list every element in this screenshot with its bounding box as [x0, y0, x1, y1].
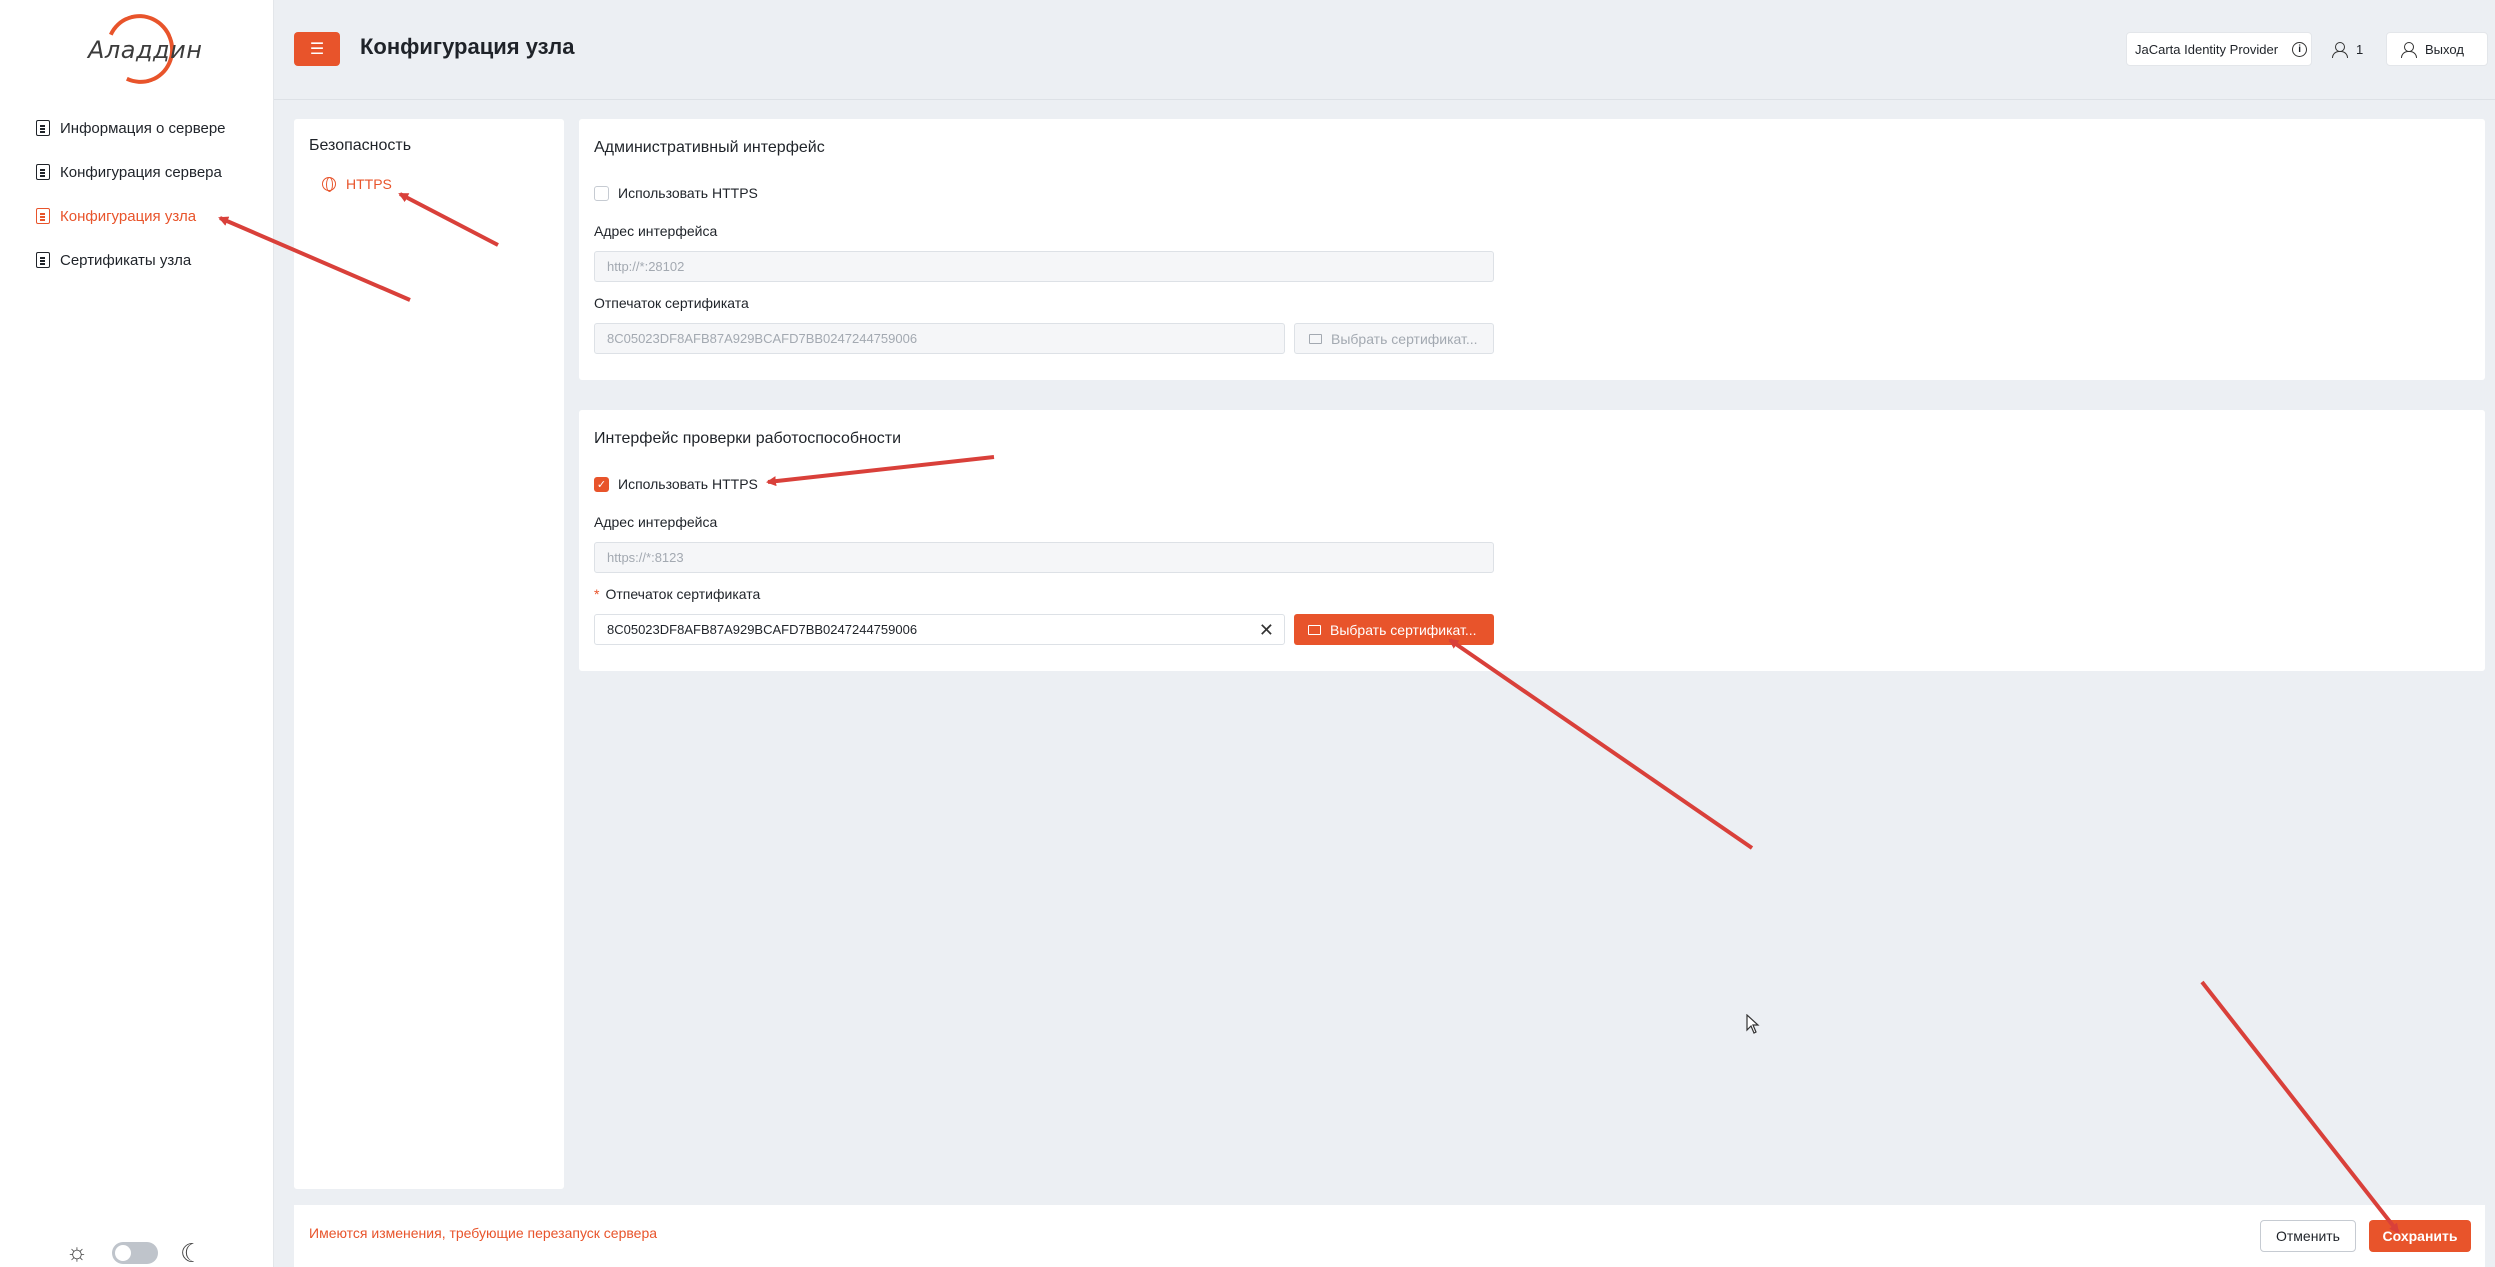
- folder-icon: [1309, 333, 1322, 344]
- theme-switcher: ☼ ☾: [66, 1240, 203, 1266]
- restart-warning: Имеются изменения, требующие перезапуск …: [309, 1225, 658, 1241]
- server-config-icon: [36, 164, 50, 180]
- logout-button[interactable]: Выход: [2386, 32, 2488, 66]
- sidebar-item-server-info[interactable]: Информация о сервере: [0, 106, 274, 150]
- top-header: ☰ Конфигурация узла JaCarta Identity Pro…: [274, 0, 2495, 100]
- sidebar-item-node-certificates[interactable]: Сертификаты узла: [0, 238, 274, 282]
- required-mark: *: [594, 586, 600, 602]
- admin-use-https[interactable]: Использовать HTTPS: [594, 185, 758, 201]
- health-use-https-checkbox[interactable]: ✓: [594, 476, 609, 492]
- menu-icon: ☰: [309, 41, 325, 58]
- arrow-to-save-button: [2200, 980, 2400, 1234]
- provider-chip: JaCarta Identity Provider i: [2126, 32, 2312, 66]
- security-item-label: HTTPS: [346, 176, 392, 192]
- health-select-certificate-button[interactable]: Выбрать сертификат...: [1294, 614, 1494, 645]
- user-icon: [2332, 42, 2348, 58]
- logout-label: Выход: [2425, 41, 2464, 57]
- checkbox-label: Использовать HTTPS: [618, 476, 758, 492]
- admin-thumbprint-label: Отпечаток сертификата: [594, 295, 749, 311]
- sidebar-item-node-config[interactable]: Конфигурация узла: [0, 194, 274, 238]
- health-interface-card: Интерфейс проверки работоспособности ✓ И…: [579, 410, 2485, 671]
- logo-text: Аладдин: [88, 36, 203, 64]
- security-panel: Безопасность HTTPS: [294, 119, 564, 1189]
- health-thumbprint-input[interactable]: 8C05023DF8AFB87A929BCAFD7BB0247244759006…: [594, 614, 1285, 645]
- sidebar-item-label: Конфигурация сервера: [60, 163, 222, 181]
- admin-interface-card: Административный интерфейс Использовать …: [579, 119, 2485, 380]
- aladdin-logo: Аладдин: [82, 4, 202, 94]
- sidebar-item-label: Сертификаты узла: [60, 251, 192, 269]
- card-title: Интерфейс проверки работоспособности: [594, 430, 902, 447]
- admin-use-https-checkbox[interactable]: [594, 185, 609, 201]
- cancel-button[interactable]: Отменить: [2260, 1220, 2356, 1252]
- health-address-input: https://*:8123: [594, 542, 1494, 573]
- user-count: 1: [2356, 41, 2364, 57]
- page-title: Конфигурация узла: [360, 34, 575, 59]
- sidebar-item-label: Конфигурация узла: [60, 207, 197, 225]
- label-text: Отпечаток сертификата: [605, 586, 761, 602]
- button-label: Выбрать сертификат...: [1330, 621, 1477, 638]
- clear-icon[interactable]: ✕: [1259, 621, 1274, 639]
- input-value: 8C05023DF8AFB87A929BCAFD7BB0247244759006: [607, 622, 918, 637]
- menu-toggle-button[interactable]: ☰: [294, 32, 340, 66]
- certificate-icon: [36, 252, 50, 268]
- admin-thumbprint-input: 8C05023DF8AFB87A929BCAFD7BB0247244759006: [594, 323, 1285, 354]
- sidebar-nav: Информация о сервере Конфигурация сервер…: [0, 106, 274, 282]
- security-title: Безопасность: [309, 137, 412, 154]
- arrow-to-select-certificate: [1448, 638, 1754, 850]
- sidebar-item-label: Информация о сервере: [60, 119, 226, 137]
- admin-select-certificate-button: Выбрать сертификат...: [1294, 323, 1494, 354]
- card-title: Административный интерфейс: [594, 139, 825, 156]
- admin-address-label: Адрес интерфейса: [594, 223, 718, 239]
- globe-icon: [322, 177, 336, 192]
- user-button[interactable]: 1: [2324, 32, 2378, 66]
- checkbox-label: Использовать HTTPS: [618, 185, 758, 201]
- sun-icon: ☼: [66, 1239, 88, 1266]
- document-icon: [36, 120, 50, 136]
- health-address-label: Адрес интерфейса: [594, 514, 718, 530]
- mouse-cursor-icon: [1746, 1014, 1760, 1034]
- input-value: 8C05023DF8AFB87A929BCAFD7BB0247244759006: [607, 331, 918, 346]
- input-placeholder: https://*:8123: [607, 550, 684, 565]
- sidebar-item-server-config[interactable]: Конфигурация сервера: [0, 150, 274, 194]
- footer-bar: Имеются изменения, требующие перезапуск …: [294, 1205, 2485, 1267]
- sidebar: Аладдин Информация о сервере Конфигураци…: [0, 0, 274, 1267]
- save-button[interactable]: Сохранить: [2369, 1220, 2471, 1252]
- button-label: Выбрать сертификат...: [1331, 330, 1478, 347]
- input-placeholder: http://*:28102: [607, 259, 685, 274]
- node-config-icon: [36, 208, 50, 224]
- health-use-https[interactable]: ✓ Использовать HTTPS: [594, 476, 758, 492]
- provider-name: JaCarta Identity Provider: [2135, 41, 2279, 57]
- security-item-https[interactable]: HTTPS: [322, 176, 392, 192]
- moon-icon: ☾: [180, 1238, 204, 1267]
- theme-toggle[interactable]: [112, 1242, 158, 1264]
- health-thumbprint-label: * Отпечаток сертификата: [594, 586, 760, 602]
- folder-icon: [1308, 624, 1321, 635]
- admin-address-input: http://*:28102: [594, 251, 1494, 282]
- logout-user-icon: [2401, 42, 2417, 58]
- info-icon[interactable]: i: [2292, 41, 2308, 57]
